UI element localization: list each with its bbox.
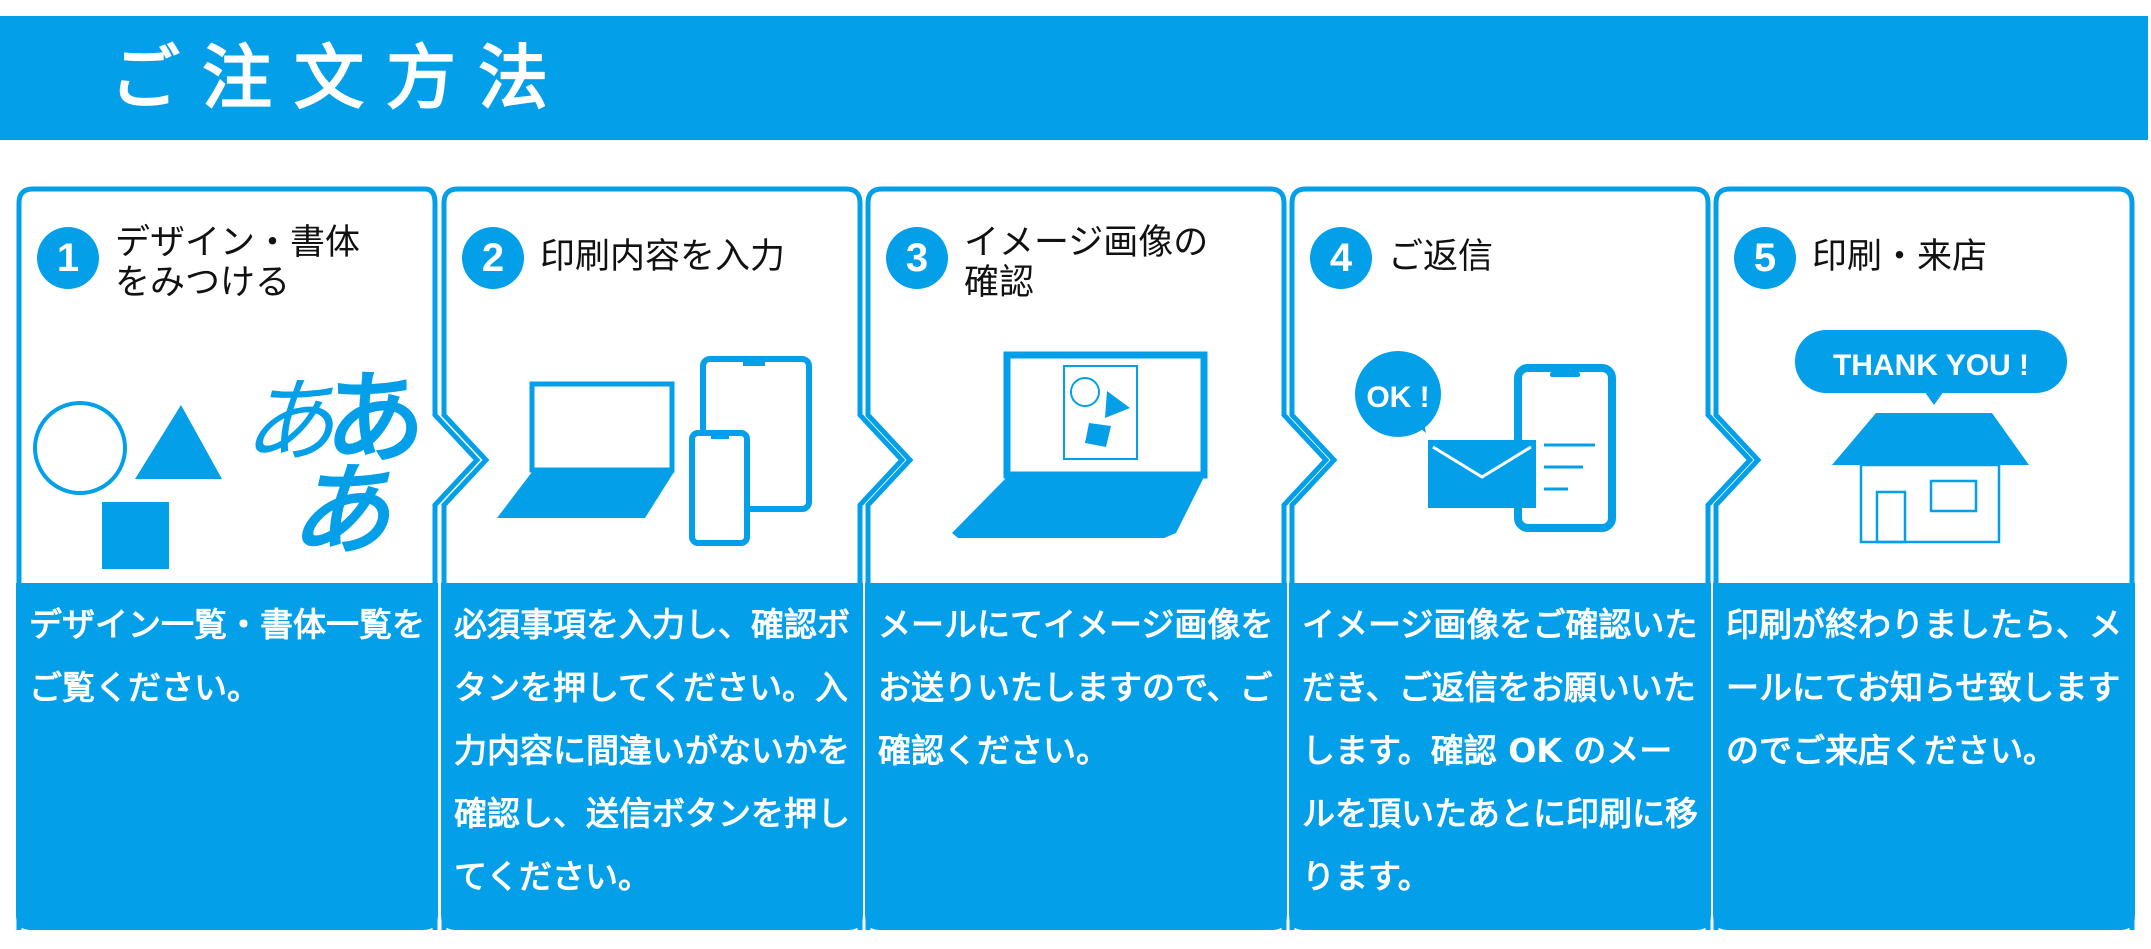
step-description: デザイン一覧・書体一覧をご覧ください。 — [29, 605, 425, 707]
laptop-icon — [497, 381, 675, 518]
step-panel-3: 3 イメージ画像の 確認 メールにてイメージ画像をお送りいたしますので、ご確認く… — [864, 185, 1330, 930]
devices-icon — [497, 356, 812, 546]
shop-icon: THANK YOU ! — [1795, 330, 2067, 544]
shapes-and-fonts-icon: あ あ あ — [33, 360, 425, 569]
mail-reply-icon: OK ! — [1355, 351, 1616, 532]
ok-speech-bubble: OK ! — [1355, 351, 1441, 437]
step-description: メールにてイメージ画像をお送りいたしますので、ご確認ください。 — [878, 605, 1274, 770]
bubble-text: OK ! — [1366, 381, 1429, 414]
thank-you-speech-bubble: THANK YOU ! — [1795, 330, 2067, 405]
step-panel-4: 4 ご返信 OK ! イメージ画像をご確認いただき、ご返信をお願いいたします。確… — [1288, 185, 1754, 930]
smartphone-icon — [689, 430, 750, 546]
step-description: 印刷が終わりましたら、メールにてお知らせ致しますのでご来店ください。 — [1726, 605, 2122, 770]
triangle-shape-icon — [135, 405, 222, 479]
circle-shape-icon — [33, 401, 127, 495]
square-shape-icon — [102, 502, 169, 569]
page-header: ご注文方法 — [0, 16, 2148, 140]
step-panel-5: 5 印刷・来店 THANK YOU ! 印刷が終わりましたら、メールにてお知らせ… — [1712, 185, 2136, 930]
envelope-icon — [1428, 440, 1536, 508]
bubble-text: THANK YOU ! — [1833, 349, 2029, 382]
step-panel-2: 2 印刷内容を入力 必須事項を入力し、確認ボタンを押してください。入力内容に間違… — [440, 185, 906, 930]
document-preview-icon — [1063, 365, 1138, 460]
laptop-preview-icon — [952, 351, 1208, 538]
page-title: ご注文方法 — [110, 37, 570, 119]
step-description: イメージ画像をご確認いただき、ご返信をお願いいたします。確認 OK のメールを頂… — [1302, 605, 1698, 896]
house-icon — [1832, 413, 2029, 544]
step-description: 必須事項を入力し、確認ボタンを押してください。入力内容に間違いがないかを確認し、… — [454, 605, 850, 896]
step-panel-1: 1 デザイン・書体 をみつける あ あ あ デザイン一覧・書体一覧をご覧ください… — [15, 185, 481, 930]
glyph-bold-2: あ — [290, 452, 391, 569]
